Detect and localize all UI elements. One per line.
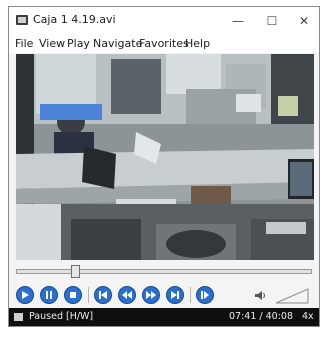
volume-slider[interactable]: [275, 288, 309, 304]
minimize-button[interactable]: —: [221, 9, 255, 33]
skip-back-icon: [99, 291, 107, 299]
window-title: Caja 1 4.19.avi: [33, 13, 116, 26]
rewind-icon: [122, 291, 132, 299]
video-frame[interactable]: [16, 54, 314, 260]
skip-back-button[interactable]: [94, 286, 112, 304]
menu-navigate[interactable]: Navigate: [93, 37, 142, 50]
step-frame-icon: [201, 291, 209, 299]
film-icon: [14, 313, 23, 321]
seek-track[interactable]: [16, 269, 312, 274]
time-display: 07:41 / 40:08: [229, 311, 293, 322]
seek-bar-area: [9, 260, 319, 284]
play-button[interactable]: [16, 286, 34, 304]
playback-state: Paused [H/W]: [29, 311, 94, 322]
control-bar: [9, 284, 319, 308]
stop-button[interactable]: [64, 286, 82, 304]
pause-icon: [46, 291, 52, 299]
close-button[interactable]: ✕: [287, 9, 321, 33]
skip-forward-icon: [171, 291, 179, 299]
fast-forward-button[interactable]: [142, 286, 160, 304]
app-icon: [16, 15, 28, 25]
menu-view[interactable]: View: [39, 37, 65, 50]
speed-display: 4x: [302, 311, 314, 322]
stop-icon: [70, 292, 76, 298]
menu-play[interactable]: Play: [67, 37, 90, 50]
security-camera-frame: [16, 54, 314, 260]
skip-forward-button[interactable]: [166, 286, 184, 304]
speaker-icon[interactable]: [255, 291, 266, 300]
title-bar[interactable]: Caja 1 4.19.avi — ☐ ✕: [9, 7, 319, 35]
play-icon: [22, 291, 29, 299]
menu-help[interactable]: Help: [185, 37, 210, 50]
menu-bar: File View Play Navigate Favorites Help: [9, 35, 319, 53]
media-player-window: Caja 1 4.19.avi — ☐ ✕ File View Play Nav…: [8, 6, 320, 327]
maximize-button[interactable]: ☐: [255, 9, 289, 33]
menu-file[interactable]: File: [15, 37, 33, 50]
menu-favorites[interactable]: Favorites: [139, 37, 189, 50]
control-separator: [88, 287, 89, 303]
status-bar: Paused [H/W] 07:41 / 40:08 4x: [9, 308, 319, 326]
pause-button[interactable]: [40, 286, 58, 304]
seek-thumb[interactable]: [70, 265, 80, 278]
control-separator: [190, 287, 191, 303]
step-frame-button[interactable]: [196, 286, 214, 304]
rewind-button[interactable]: [118, 286, 136, 304]
fast-forward-icon: [146, 291, 156, 299]
